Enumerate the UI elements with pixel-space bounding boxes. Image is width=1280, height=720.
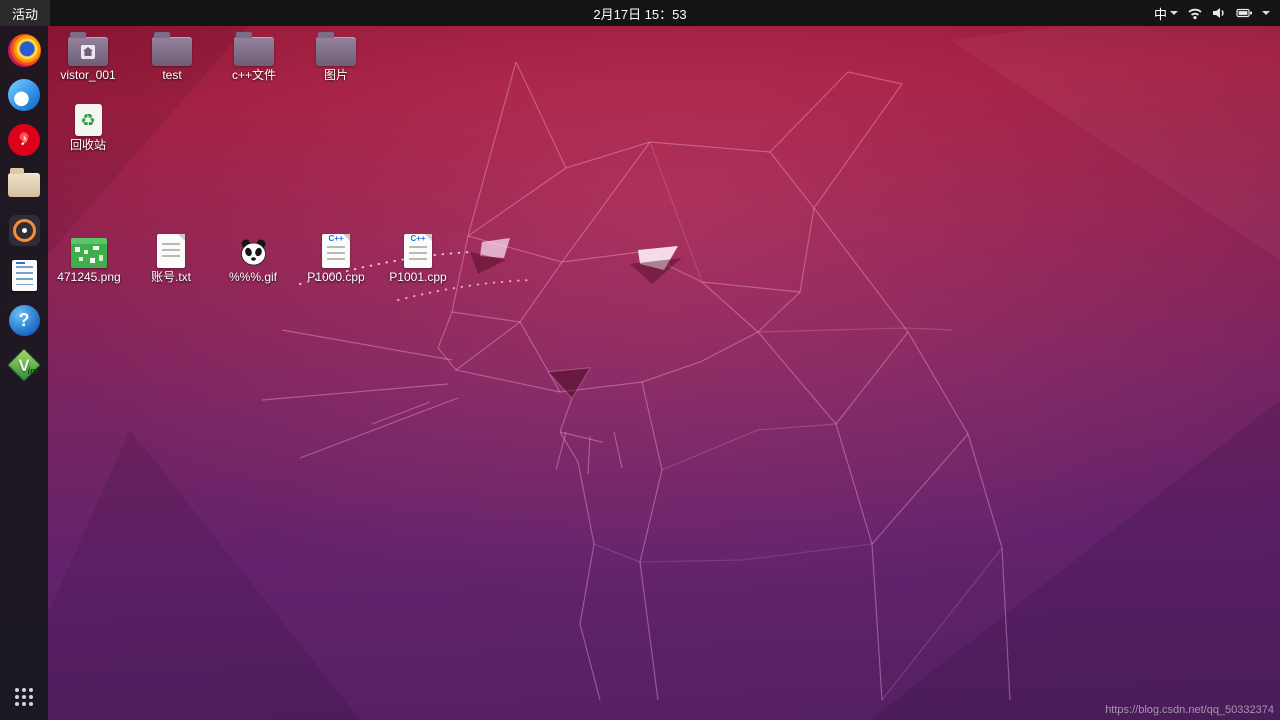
icon-label: test — [162, 68, 182, 82]
home-icon — [81, 44, 95, 59]
icon-label: vistor_001 — [60, 68, 116, 82]
cpp-file-icon: C++ — [322, 234, 350, 268]
text-file-icon — [157, 234, 185, 268]
dock-item-music-player[interactable] — [3, 209, 45, 251]
icon-label: c++文件 — [231, 68, 277, 82]
desktop-icon-cpp-folder[interactable]: c++文件 — [214, 26, 294, 84]
desktop-icon-p1000-cpp[interactable]: C++ P1000.cpp — [296, 228, 376, 286]
icon-label: 471245.png — [57, 270, 121, 284]
folder-icon — [234, 32, 274, 66]
cpp-badge: C++ — [410, 234, 426, 243]
icon-label: 图片 — [323, 68, 348, 82]
recycle-bin-icon: ♻ — [74, 104, 102, 136]
dock-item-netease-music[interactable]: ♪ — [3, 119, 45, 161]
gif-thumbnail-icon — [236, 236, 270, 268]
ubuntu-desktop: 活动 2月17日 15：53 中 ♪ ? V im vistor_001 tes… — [0, 0, 1280, 720]
desktop-icon-area: vistor_001 test c++文件 图片 ♻ 回收站 471245.pn… — [48, 26, 1280, 720]
icon-label: 回收站 — [69, 138, 106, 152]
clock[interactable]: 2月17日 15：53 — [583, 0, 696, 26]
battery-icon — [1236, 7, 1253, 19]
desktop-icon-account-txt[interactable]: 账号.txt — [131, 228, 211, 286]
volume-icon — [1212, 6, 1227, 20]
music-player-icon — [8, 214, 40, 246]
home-folder-icon — [68, 32, 108, 66]
activities-button[interactable]: 活动 — [0, 0, 51, 26]
png-thumbnail-icon — [71, 238, 107, 268]
chevron-down-icon — [1262, 11, 1270, 15]
icon-label: 账号.txt — [150, 270, 191, 284]
desktop-icon-test[interactable]: test — [132, 26, 212, 84]
watermark-url: https://blog.csdn.net/qq_50332374 — [1105, 704, 1274, 716]
cpp-file-icon: C++ — [404, 234, 432, 268]
network-icon — [1187, 6, 1203, 20]
icon-label: P1001.cpp — [389, 270, 447, 284]
desktop-icon-trash[interactable]: ♻ 回收站 — [48, 96, 128, 154]
dock-item-help[interactable]: ? — [3, 299, 45, 341]
text-editor-icon — [11, 259, 37, 291]
desktop-icon-p1001-cpp[interactable]: C++ P1001.cpp — [378, 228, 458, 286]
show-applications-button[interactable] — [3, 680, 45, 714]
desktop-icon-pictures-folder[interactable]: 图片 — [296, 26, 376, 84]
dock-item-vim[interactable]: V im — [3, 344, 45, 386]
firefox-icon — [7, 33, 41, 67]
netease-music-icon: ♪ — [8, 124, 40, 156]
icon-label: %%%.gif — [228, 270, 278, 284]
files-icon — [8, 168, 40, 197]
desktop-icon-471245-png[interactable]: 471245.png — [49, 228, 129, 286]
desktop-icon-vistor_001[interactable]: vistor_001 — [48, 26, 128, 84]
vim-icon: V im — [7, 348, 41, 382]
folder-icon — [316, 32, 356, 66]
input-method-label: 中 — [1153, 6, 1167, 22]
icon-label: P1000.cpp — [307, 270, 365, 284]
chat-app-icon — [8, 79, 40, 111]
help-icon: ? — [8, 304, 40, 336]
grid-icon — [15, 688, 33, 706]
folder-icon — [152, 32, 192, 66]
dock-item-files[interactable] — [3, 164, 45, 206]
cpp-badge: C++ — [328, 234, 344, 243]
system-status-area[interactable]: 中 — [1144, 0, 1280, 26]
dock-item-firefox[interactable] — [3, 29, 45, 71]
dock-item-chat-app[interactable] — [3, 74, 45, 116]
top-bar: 活动 2月17日 15：53 中 — [0, 0, 1280, 26]
dock: ♪ ? V im — [0, 26, 48, 720]
chevron-down-icon — [1170, 11, 1178, 15]
input-method-indicator[interactable]: 中 — [1154, 4, 1178, 23]
dock-item-text-editor[interactable] — [3, 254, 45, 296]
desktop-icon-gif[interactable]: %%%.gif — [213, 228, 293, 286]
